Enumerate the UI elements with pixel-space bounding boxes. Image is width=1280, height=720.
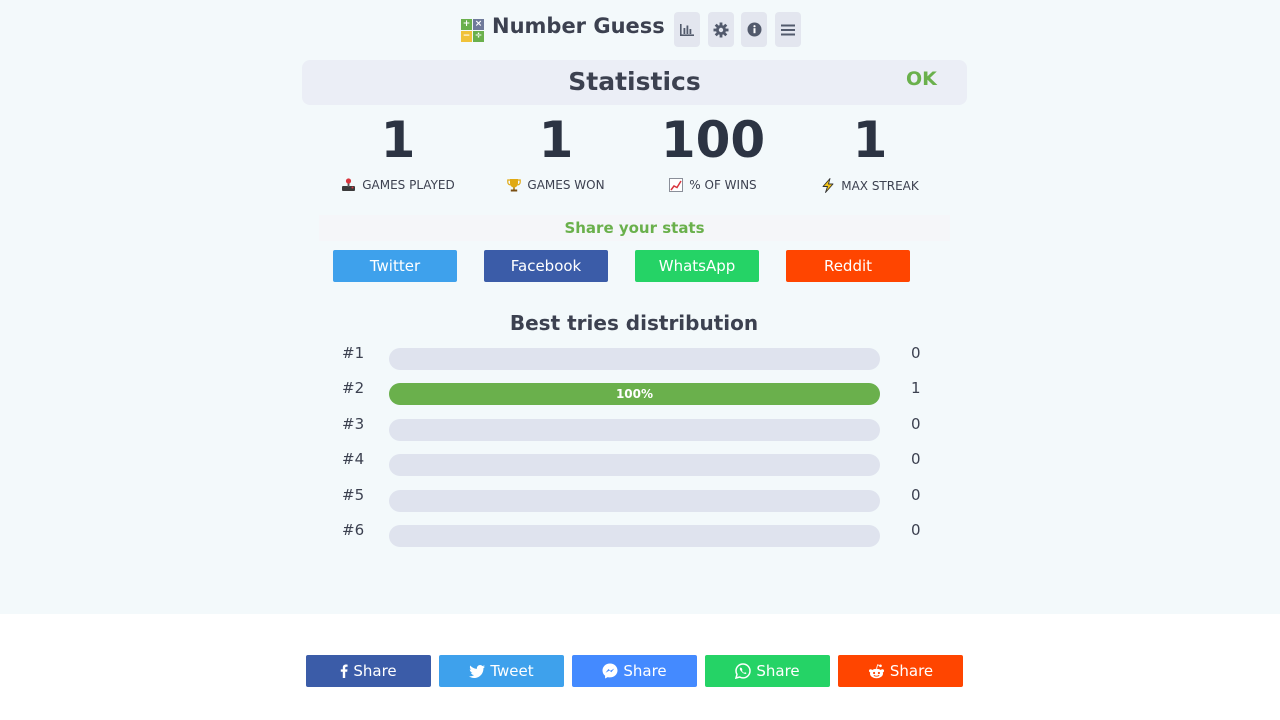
- try-count: 0: [911, 415, 921, 433]
- stat-label: MAX STREAK: [841, 178, 919, 193]
- lightning-icon: [822, 178, 834, 193]
- try-number-label: #2: [342, 379, 365, 397]
- stat-max-streak: 1 MAX STREAK: [790, 110, 950, 193]
- info-button[interactable]: [741, 12, 767, 47]
- info-icon: [747, 22, 761, 37]
- stat-games-played: 1 GAMES PLAYED: [318, 110, 478, 192]
- distribution-bar-track: [389, 348, 880, 370]
- footer-share-label: Share: [756, 662, 800, 680]
- share-stats-heading: Share your stats: [319, 215, 950, 241]
- distribution-row: #3 0: [0, 415, 1280, 441]
- distribution-bar-track: [389, 419, 880, 441]
- distribution-bar-track: [389, 490, 880, 512]
- try-count: 0: [911, 486, 921, 504]
- share-twitter-button[interactable]: Twitter: [333, 250, 457, 282]
- stat-value: 1: [852, 111, 888, 169]
- menu-button[interactable]: [775, 12, 801, 47]
- footer-share-label: Share: [353, 662, 397, 680]
- distribution-bar: 100%: [389, 383, 880, 405]
- stat-win-percentage: 100 % OF WINS: [633, 110, 793, 192]
- whatsapp-icon: [735, 663, 752, 679]
- try-count: 0: [911, 344, 921, 362]
- statistics-header: Statistics: [302, 60, 967, 105]
- reddit-icon: [868, 663, 884, 678]
- try-number-label: #5: [342, 486, 365, 504]
- footer-whatsapp-share-button[interactable]: Share: [705, 655, 830, 687]
- statistics-title: Statistics: [568, 67, 701, 96]
- share-facebook-button[interactable]: Facebook: [484, 250, 608, 282]
- app-background: + × − ÷ Number Guess Statistics OK 1 GAM…: [0, 0, 1280, 614]
- messenger-icon: [602, 663, 618, 679]
- footer-twitter-tweet-button[interactable]: Tweet: [439, 655, 564, 687]
- stat-label: GAMES PLAYED: [362, 178, 455, 192]
- gear-icon: [713, 22, 729, 37]
- distribution-row: #1 0: [0, 344, 1280, 370]
- footer-reddit-share-button[interactable]: Share: [838, 655, 963, 687]
- try-number-label: #3: [342, 415, 365, 433]
- settings-button[interactable]: [708, 12, 734, 47]
- logo-minus: −: [461, 31, 472, 42]
- logo-plus: +: [461, 19, 472, 30]
- logo-icon: + × − ÷: [461, 19, 484, 42]
- distribution-row: #6 0: [0, 521, 1280, 547]
- distribution-title: Best tries distribution: [509, 311, 759, 335]
- menu-icon: [781, 24, 795, 35]
- footer-share-label: Share: [889, 662, 934, 680]
- ok-button[interactable]: OK: [906, 68, 937, 90]
- try-count: 0: [911, 450, 921, 468]
- stat-value: 1: [538, 111, 574, 169]
- stat-label-row: MAX STREAK: [790, 178, 950, 193]
- stat-value: 1: [380, 111, 416, 169]
- try-count: 1: [911, 379, 921, 397]
- stat-label: GAMES WON: [527, 178, 605, 192]
- chart-icon: [669, 178, 684, 192]
- footer-messenger-share-button[interactable]: Share: [572, 655, 697, 687]
- distribution-row: #4 0: [0, 450, 1280, 476]
- footer-facebook-share-button[interactable]: Share: [306, 655, 431, 687]
- stat-value: 100: [660, 111, 766, 169]
- logo-divide: ÷: [473, 31, 484, 42]
- statistics-button[interactable]: [674, 12, 700, 47]
- joystick-icon: [342, 178, 356, 191]
- footer-tweet-label: Tweet: [490, 662, 534, 680]
- distribution-row: #5 0: [0, 486, 1280, 512]
- distribution-bar-track: [389, 525, 880, 547]
- try-number-label: #6: [342, 521, 365, 539]
- logo-times: ×: [473, 19, 484, 30]
- stat-label-row: % OF WINS: [633, 178, 793, 192]
- footer-share-label: Share: [623, 662, 667, 680]
- stat-label-row: GAMES WON: [476, 178, 636, 192]
- distribution-row: #2 100% 1: [0, 379, 1280, 405]
- app-title: Number Guess: [492, 14, 665, 38]
- share-reddit-button[interactable]: Reddit: [786, 250, 910, 282]
- facebook-icon: [341, 664, 348, 678]
- stat-games-won: 1 GAMES WON: [476, 110, 636, 192]
- trophy-icon: [507, 179, 522, 192]
- share-whatsapp-button[interactable]: WhatsApp: [635, 250, 759, 282]
- try-number-label: #4: [342, 450, 365, 468]
- stat-label-row: GAMES PLAYED: [318, 178, 478, 192]
- twitter-icon: [469, 664, 486, 678]
- stat-label: % OF WINS: [689, 178, 757, 192]
- try-count: 0: [911, 521, 921, 539]
- bar-chart-icon: [680, 23, 694, 36]
- try-number-label: #1: [342, 344, 365, 362]
- distribution-bar-track: 100%: [389, 383, 880, 405]
- distribution-bar-track: [389, 454, 880, 476]
